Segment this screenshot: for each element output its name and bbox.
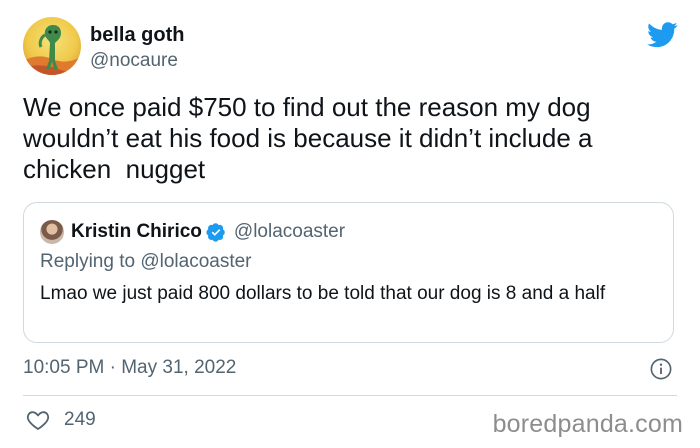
author-avatar[interactable] [23, 17, 81, 75]
tweet-text: We once paid $750 to find out the reason… [23, 92, 593, 184]
squidward-painting-avatar-icon [23, 17, 81, 75]
quoted-tweet-header: Kristin Chirico @lolacoaster [40, 219, 345, 245]
quoted-author-handle[interactable]: @lolacoaster [234, 221, 345, 243]
tweet-card: bella goth @nocaure We once paid $750 to… [0, 0, 700, 448]
twitter-bird-icon[interactable] [647, 22, 678, 48]
quoted-tweet-text: Lmao we just paid 800 dollars to be told… [40, 283, 606, 304]
info-icon[interactable] [650, 358, 672, 380]
author-display-name[interactable]: bella goth [90, 22, 184, 48]
heart-icon[interactable] [26, 408, 50, 432]
boredpanda-watermark: boredpanda.com [492, 410, 683, 438]
author-handle[interactable]: @nocaure [90, 48, 184, 74]
like-count: 249 [64, 409, 96, 430]
verified-badge-icon [206, 223, 225, 242]
tweet-timestamp[interactable]: 10:05 PM · May 31, 2022 [23, 357, 236, 379]
author-info: bella goth @nocaure [90, 22, 184, 74]
quoted-author-name[interactable]: Kristin Chirico [71, 221, 202, 243]
quoted-author-avatar[interactable] [40, 220, 64, 244]
replying-to-label[interactable]: Replying to @lolacoaster [40, 251, 252, 273]
quoted-tweet[interactable]: Kristin Chirico @lolacoaster Replying to… [23, 202, 674, 343]
like-button[interactable]: 249 [26, 408, 96, 432]
divider [23, 395, 677, 396]
